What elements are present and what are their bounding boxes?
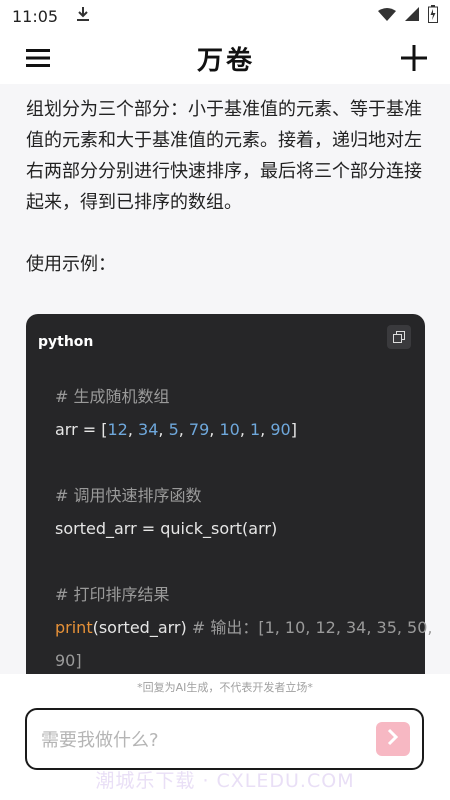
code-line-arr: arr = [12, 34, 5, 79, 10, 1, 90] (55, 420, 297, 439)
copy-button[interactable] (387, 325, 411, 349)
signal-icon (404, 6, 420, 26)
watermark: 潮城乐下载 · CXLEDU.COM (95, 770, 355, 792)
code-comment: # 生成随机数组 (55, 387, 170, 406)
code-comment: # 调用快速排序函数 (55, 486, 202, 505)
message-input-box[interactable] (25, 708, 424, 770)
status-bar: 11:05 (0, 0, 450, 32)
add-icon[interactable] (400, 44, 428, 72)
wifi-icon (378, 7, 396, 26)
battery-icon (428, 5, 438, 27)
code-line-sorted: sorted_arr = quick_sort(arr) (55, 519, 278, 538)
app-header: 万卷 (0, 32, 450, 84)
copy-icon (393, 328, 405, 347)
chat-content[interactable]: 组划分为三个部分：小于基准值的元素、等于基准值的元素和大于基准值的元素。接着，递… (0, 84, 450, 674)
menu-icon[interactable] (24, 44, 52, 72)
code-block: python # 生成随机数组 arr = [12, 34, 5, 79, 10… (26, 314, 433, 674)
code-language: python (38, 334, 94, 350)
response-paragraph: 组划分为三个部分：小于基准值的元素、等于基准值的元素和大于基准值的元素。接着，递… (26, 99, 422, 213)
code-text: # 生成随机数组 arr = [12, 34, 5, 79, 10, 1, 90… (55, 380, 433, 674)
code-comment: # 打印排序结果 (55, 585, 170, 604)
status-time: 11:05 (12, 6, 59, 26)
chevron-right-icon (386, 728, 400, 750)
app-title: 万卷 (196, 45, 255, 76)
send-button[interactable] (376, 722, 410, 756)
code-line-print-cont: 90] (55, 651, 82, 670)
code-line-print: print(sorted_arr) # 输出：[1, 10, 12, 34, 3… (55, 618, 433, 637)
download-icon (76, 6, 90, 26)
message-input[interactable] (39, 724, 363, 756)
example-label: 使用示例： (26, 254, 116, 275)
ai-disclaimer: *回复为AI生成，不代表开发者立场* (137, 681, 313, 694)
